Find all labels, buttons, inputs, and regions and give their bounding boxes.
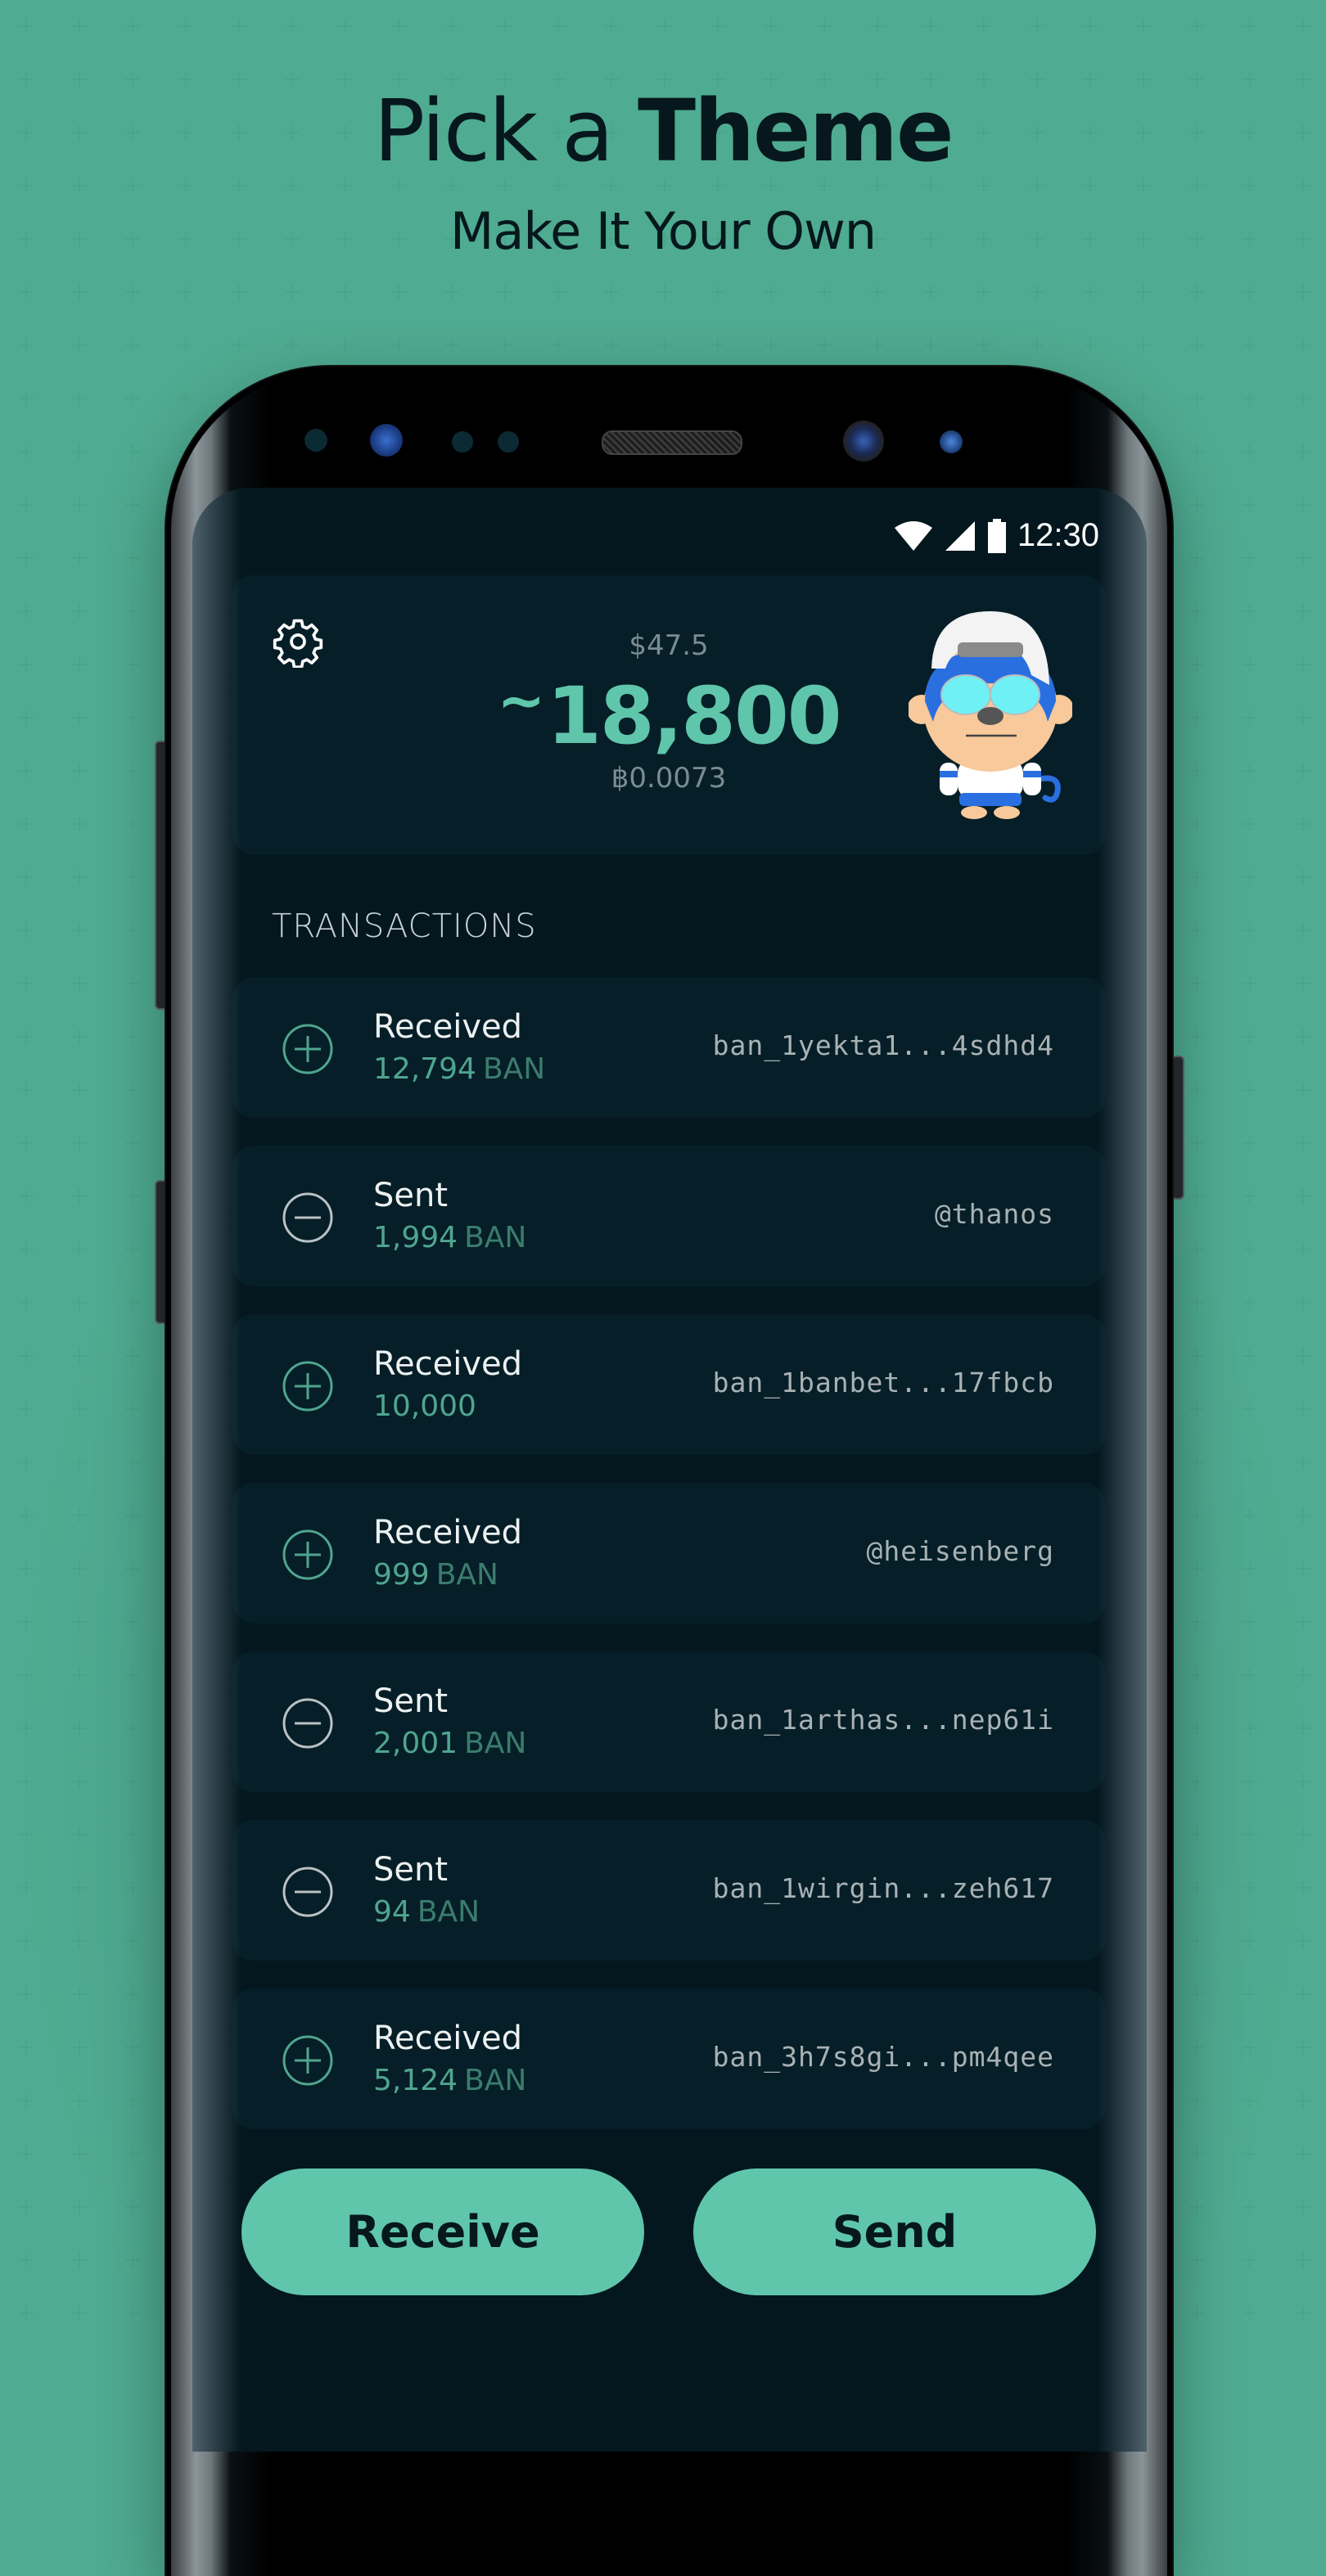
amount-value: 94 <box>373 1895 411 1929</box>
iris-scanner-icon <box>370 424 403 457</box>
transaction-counterparty: ban_1wirgin...zeh617 <box>712 1872 1054 1904</box>
transaction-row[interactable]: Received 999 BAN @heisenberg <box>232 1483 1105 1624</box>
amount-unit: BAN <box>435 1558 498 1592</box>
transaction-row[interactable]: Sent 94 BAN ban_1wirgin...zeh617 <box>232 1820 1105 1961</box>
amount-unit: BAN <box>464 1727 527 1760</box>
battery-icon <box>987 518 1006 553</box>
transaction-type: Sent <box>373 1851 449 1889</box>
balance-amount: 18,800 <box>547 670 841 762</box>
banano-symbol: ~ <box>497 667 545 734</box>
transaction-row[interactable]: Received 5,124 BAN ban_3h7s8gi...pm4qee <box>232 1988 1105 2129</box>
transaction-row[interactable]: Sent 1,994 BAN @thanos <box>232 1146 1105 1286</box>
transaction-counterparty: @heisenberg <box>866 1535 1054 1567</box>
balance-card: $47.5 ~18,800 ฿0.0073 <box>232 575 1105 855</box>
sensor-icon <box>498 431 519 453</box>
signal-icon <box>945 520 975 551</box>
amount-value: 999 <box>373 1558 430 1592</box>
transaction-counterparty: @thanos <box>934 1198 1054 1230</box>
plus-circle-icon <box>282 2035 333 2086</box>
amount-unit: BAN <box>482 1052 546 1086</box>
transaction-counterparty: ban_1banbet...17fbcb <box>712 1367 1054 1398</box>
transaction-amount: 94 BAN <box>373 1895 480 1929</box>
status-time: 12:30 <box>1017 517 1099 553</box>
wifi-icon <box>894 520 932 551</box>
promo-subheadline: Make It Your Own <box>449 201 877 261</box>
status-bar: 12:30 <box>893 517 1099 554</box>
amount-value: 12,794 <box>373 1052 476 1086</box>
amount-value: 5,124 <box>373 2064 458 2097</box>
front-camera-icon <box>843 421 884 462</box>
transaction-row[interactable]: Received 10,000 ban_1banbet...17fbcb <box>232 1314 1105 1455</box>
sensor-icon <box>452 431 473 453</box>
headline-bold: Theme <box>638 81 954 181</box>
plus-circle-icon <box>282 1529 333 1580</box>
amount-value: 1,994 <box>373 1221 458 1254</box>
minus-circle-icon <box>282 1192 333 1243</box>
transaction-amount: 12,794 BAN <box>373 1052 545 1086</box>
transaction-counterparty: ban_3h7s8gi...pm4qee <box>712 2041 1054 2073</box>
power-button <box>1171 1056 1184 1200</box>
plus-circle-icon <box>282 1361 333 1412</box>
earpiece-speaker <box>602 430 742 455</box>
transaction-row[interactable]: Received 12,794 BAN ban_1yekta1...4sdhd4 <box>232 977 1105 1118</box>
minus-circle-icon <box>282 1698 333 1749</box>
amount-value: 10,000 <box>373 1389 476 1423</box>
app-screen: 12:30 $47.5 ~18,800 ฿0.0073 TRANSACTIONS… <box>192 488 1147 2452</box>
transaction-type: Received <box>373 2020 522 2057</box>
sensor-icon <box>304 429 327 452</box>
amount-unit: BAN <box>464 2064 527 2097</box>
transaction-type: Received <box>373 1514 522 1551</box>
minus-circle-icon <box>282 1867 333 1917</box>
transaction-counterparty: ban_1arthas...nep61i <box>712 1704 1054 1736</box>
plus-circle-icon <box>282 1024 333 1074</box>
transaction-amount: 5,124 BAN <box>373 2064 526 2097</box>
transaction-type: Sent <box>373 1682 449 1720</box>
send-button[interactable]: Send <box>693 2168 1096 2295</box>
receive-button[interactable]: Receive <box>241 2168 644 2295</box>
monkey-avatar[interactable] <box>909 611 1072 821</box>
transaction-amount: 10,000 <box>373 1389 483 1423</box>
iris-led-icon <box>940 430 963 453</box>
headline-regular: Pick a <box>373 81 638 181</box>
amount-unit: BAN <box>464 1221 527 1254</box>
amount-unit: BAN <box>417 1895 480 1929</box>
transaction-row[interactable]: Sent 2,001 BAN ban_1arthas...nep61i <box>232 1651 1105 1792</box>
transaction-counterparty: ban_1yekta1...4sdhd4 <box>712 1029 1054 1061</box>
amount-value: 2,001 <box>373 1727 458 1760</box>
transactions-heading: TRANSACTIONS <box>272 907 537 945</box>
screen-edge-right <box>1098 488 1147 2452</box>
transaction-amount: 2,001 BAN <box>373 1727 526 1760</box>
transaction-amount: 1,994 BAN <box>373 1221 526 1254</box>
promo-headline: Pick a Theme <box>0 88 1326 173</box>
transaction-amount: 999 BAN <box>373 1558 498 1592</box>
transaction-type: Received <box>373 1345 522 1383</box>
transaction-type: Sent <box>373 1177 449 1214</box>
transaction-type: Received <box>373 1008 522 1046</box>
